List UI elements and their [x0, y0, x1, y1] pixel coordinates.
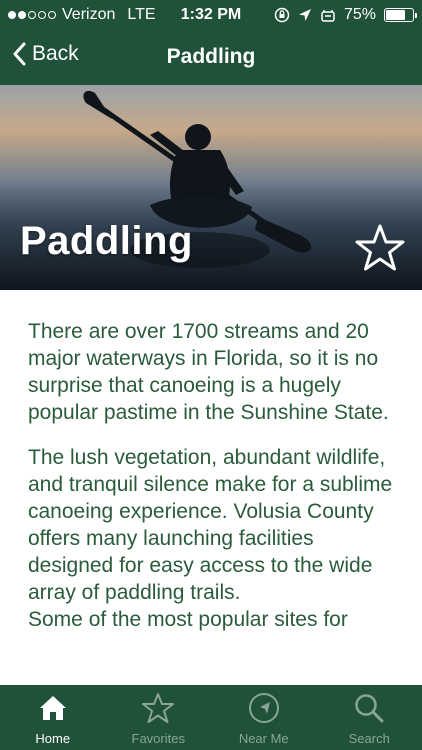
tab-label: Near Me: [238, 731, 289, 746]
search-icon: [355, 694, 384, 723]
navigation-bar: Back Paddling: [0, 30, 422, 85]
tab-bar: Home Favorites Near Me Search: [0, 685, 422, 750]
battery-percent: 75%: [343, 6, 376, 23]
favorite-star-icon[interactable]: [354, 223, 406, 273]
tab-near-me[interactable]: Near Me: [211, 685, 317, 750]
tab-label: Home: [35, 731, 71, 746]
star-icon: [142, 693, 175, 723]
tab-search[interactable]: Search: [317, 685, 422, 750]
status-right: 75%: [274, 6, 417, 24]
tab-home[interactable]: Home: [0, 685, 106, 750]
hero-title: Paddling: [20, 219, 193, 263]
article-body: There are over 1700 streams and 20 major…: [0, 290, 422, 685]
tab-favorites[interactable]: Favorites: [106, 685, 212, 750]
tab-label: Search: [348, 731, 390, 746]
page-title: Paddling: [166, 45, 256, 68]
tab-label: Favorites: [131, 731, 185, 746]
hero-image: Paddling: [0, 85, 422, 290]
home-icon: [39, 696, 66, 720]
status-bar: Verizon LTE 1:32 PM 75%: [0, 0, 422, 30]
paragraph: Some of the most popular sites for: [28, 608, 348, 631]
battery-icon: [384, 8, 417, 22]
orientation-lock-icon: [274, 7, 290, 23]
paragraph: The lush vegetation, abundant wildlife, …: [28, 446, 393, 604]
compass-icon: [248, 693, 279, 723]
paragraph: There are over 1700 streams and 20 major…: [28, 320, 389, 424]
location-arrow-icon: [298, 9, 311, 21]
alarm-icon: [321, 10, 335, 22]
top-bar: Verizon LTE 1:32 PM 75% Back Paddling: [0, 0, 422, 85]
